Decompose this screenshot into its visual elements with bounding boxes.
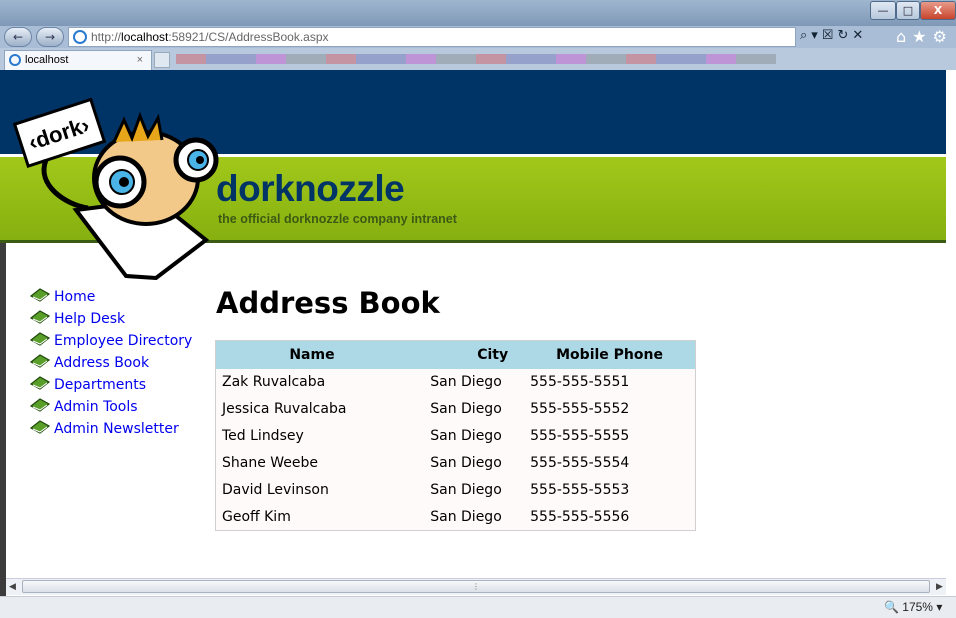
scrollbar-thumb[interactable]: ⋮ (22, 580, 930, 593)
site-tagline: the official dorknozzle company intranet (218, 212, 457, 226)
status-bar: 🔍 175% ▾ (0, 596, 956, 618)
cell-city: San Diego (407, 368, 525, 396)
nav-link-help-desk[interactable]: Help Desk (54, 311, 125, 327)
column-header-mobile-phone: Mobile Phone (524, 340, 696, 369)
url-prefix: http:// (91, 30, 122, 44)
dorknozzle-mascot-logo: ‹dork› (12, 97, 219, 280)
nav-item-departments[interactable]: Departments (30, 374, 192, 396)
table-row: Zak Ruvalcaba San Diego 555-555-5551 (215, 368, 696, 396)
cell-name: Zak Ruvalcaba (215, 368, 408, 396)
book-icon (30, 310, 50, 324)
nav-link-address-book[interactable]: Address Book (54, 355, 149, 371)
minimize-button[interactable]: — (870, 1, 896, 20)
book-icon (30, 398, 50, 412)
back-button[interactable]: ← (4, 27, 32, 47)
url-path: :58921/CS/AddressBook.aspx (168, 30, 329, 44)
table-row: Shane Weebe San Diego 555-555-5554 (215, 449, 696, 477)
scroll-left-icon[interactable]: ◀ (9, 582, 16, 592)
zoom-level[interactable]: 🔍 175% ▾ (884, 600, 942, 614)
cell-name: Jessica Ruvalcaba (215, 395, 408, 423)
close-window-button[interactable]: X (920, 1, 956, 20)
nav-item-admin-newsletter[interactable]: Admin Newsletter (30, 418, 192, 440)
page-title: Address Book (216, 286, 440, 320)
nav-item-admin-tools[interactable]: Admin Tools (30, 396, 192, 418)
address-bar: ← → http://localhost:58921/CS/AddressBoo… (0, 26, 956, 48)
book-icon (30, 354, 50, 368)
new-tab-button[interactable] (154, 52, 170, 68)
column-header-name: Name (215, 340, 408, 369)
scroll-right-icon[interactable]: ▶ (936, 582, 943, 592)
home-favorites-tools-icons[interactable]: ⌂★⚙ (896, 27, 953, 46)
url-input[interactable]: http://localhost:58921/CS/AddressBook.as… (68, 27, 796, 47)
cell-name: David Levinson (215, 476, 408, 504)
nav-link-admin-newsletter[interactable]: Admin Newsletter (54, 421, 179, 437)
cell-name: Shane Weebe (215, 449, 408, 477)
horizontal-scrollbar[interactable]: ◀ ⋮ ▶ (6, 578, 946, 595)
cell-phone: 555-555-5553 (524, 476, 696, 504)
book-icon (30, 420, 50, 434)
book-icon (30, 376, 50, 390)
address-tools-icons[interactable]: ⌕▾☒↻✕ (800, 28, 867, 43)
cell-city: San Diego (407, 422, 525, 450)
forward-button[interactable]: → (36, 27, 64, 47)
nav-link-admin-tools[interactable]: Admin Tools (54, 399, 138, 415)
close-tab-icon[interactable]: × (137, 51, 143, 69)
sidebar-nav: Home Help Desk Employee Directory Addres… (30, 286, 192, 440)
ie-icon (73, 30, 87, 44)
cell-name: Ted Lindsey (215, 422, 408, 450)
blurred-background-text (176, 54, 776, 64)
cell-city: San Diego (407, 449, 525, 477)
cell-name: Geoff Kim (215, 503, 408, 531)
column-header-city: City (407, 340, 525, 369)
cell-phone: 555-555-5555 (524, 422, 696, 450)
cell-city: San Diego (407, 395, 525, 423)
nav-item-help-desk[interactable]: Help Desk (30, 308, 192, 330)
nav-link-employee-directory[interactable]: Employee Directory (54, 333, 192, 349)
book-icon (30, 332, 50, 346)
table-row: Jessica Ruvalcaba San Diego 555-555-5552 (215, 395, 696, 423)
table-row: Geoff Kim San Diego 555-555-5556 (215, 503, 696, 531)
address-book-grid: Name City Mobile Phone Zak Ruvalcaba San… (215, 340, 696, 531)
cell-phone: 555-555-5554 (524, 449, 696, 477)
window-titlebar: — □ X (0, 0, 956, 26)
tab-bar: localhost × (0, 48, 956, 70)
table-row: Ted Lindsey San Diego 555-555-5555 (215, 422, 696, 450)
cell-city: San Diego (407, 503, 525, 531)
nav-link-home[interactable]: Home (54, 289, 95, 305)
maximize-button[interactable]: □ (896, 1, 920, 20)
cell-phone: 555-555-5551 (524, 368, 696, 396)
cell-phone: 555-555-5556 (524, 503, 696, 531)
table-header-row: Name City Mobile Phone (215, 340, 696, 369)
nav-item-employee-directory[interactable]: Employee Directory (30, 330, 192, 352)
cell-city: San Diego (407, 476, 525, 504)
nav-link-departments[interactable]: Departments (54, 377, 146, 393)
ie-icon (9, 54, 21, 66)
table-row: David Levinson San Diego 555-555-5553 (215, 476, 696, 504)
cell-phone: 555-555-5552 (524, 395, 696, 423)
url-host: localhost (121, 30, 169, 44)
tab-localhost[interactable]: localhost × (4, 50, 152, 70)
book-icon (30, 288, 50, 302)
site-brand: dorknozzle (216, 168, 405, 209)
tab-title: localhost (25, 54, 69, 66)
zoom-value: 175% (902, 600, 933, 614)
nav-item-home[interactable]: Home (30, 286, 192, 308)
nav-item-address-book[interactable]: Address Book (30, 352, 192, 374)
